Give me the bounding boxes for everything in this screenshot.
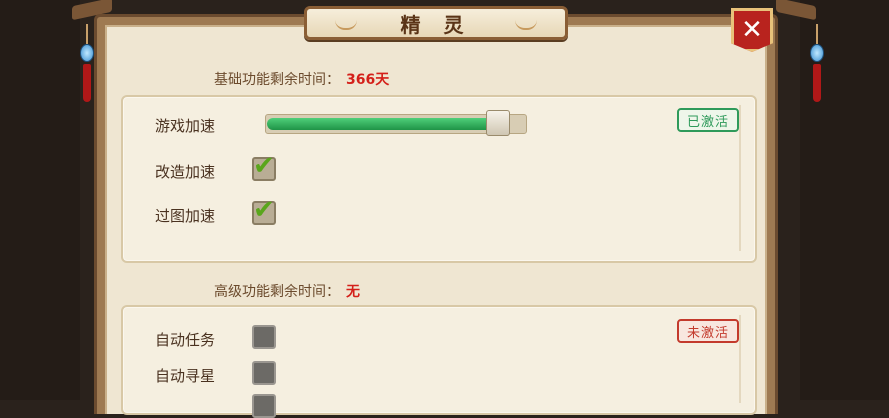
cloud-decoration-icon — [515, 18, 537, 30]
tassel-icon — [83, 64, 91, 102]
basic-remaining-label: 基础功能剩余时间： — [214, 72, 340, 88]
game-speed-fill — [267, 118, 506, 130]
map-speed-checkbox[interactable]: ✔ — [252, 195, 276, 225]
game-speed-label: 游戏加速 — [155, 117, 216, 135]
panel-scroll-rail — [739, 105, 741, 251]
gem-icon — [80, 44, 94, 62]
auto-star-checkbox[interactable] — [252, 361, 276, 385]
ornament-cord — [86, 24, 88, 44]
advanced-status-badge: 未激活 — [677, 319, 739, 343]
close-button[interactable]: ✕ — [731, 8, 773, 52]
basic-status-badge: 已激活 — [677, 108, 739, 132]
modify-speed-label: 改造加速 — [155, 163, 216, 181]
cloud-decoration-icon — [335, 18, 357, 30]
advanced-option-checkbox[interactable] — [252, 394, 276, 418]
hanging-ornament-left — [80, 24, 94, 102]
background-left — [0, 0, 80, 400]
tassel-icon — [813, 64, 821, 102]
title-plaque: 精 灵 — [304, 6, 568, 40]
close-icon: ✕ — [741, 15, 763, 45]
game-speed-slider-handle[interactable] — [486, 110, 510, 136]
hanging-ornament-right — [810, 24, 824, 102]
basic-remaining-time: 基础功能剩余时间： 366天 — [214, 69, 389, 89]
advanced-remaining-label: 高级功能剩余时间： — [214, 284, 340, 300]
dialog-title: 精 灵 — [400, 12, 472, 37]
auto-star-label: 自动寻星 — [155, 367, 216, 385]
check-icon: ✔ — [253, 195, 275, 225]
modify-speed-checkbox[interactable]: ✔ — [252, 151, 276, 181]
advanced-remaining-time: 高级功能剩余时间： 无 — [214, 281, 360, 301]
check-icon: ✔ — [253, 151, 275, 181]
advanced-remaining-value: 无 — [346, 284, 360, 300]
panel-scroll-rail — [739, 315, 741, 403]
map-speed-label: 过图加速 — [155, 207, 216, 225]
advanced-features-panel — [121, 305, 757, 415]
basic-remaining-value: 366天 — [346, 72, 390, 88]
auto-quest-label: 自动任务 — [155, 331, 216, 349]
gem-icon — [810, 44, 824, 62]
auto-quest-checkbox[interactable] — [252, 325, 276, 349]
ornament-cord — [816, 24, 818, 44]
